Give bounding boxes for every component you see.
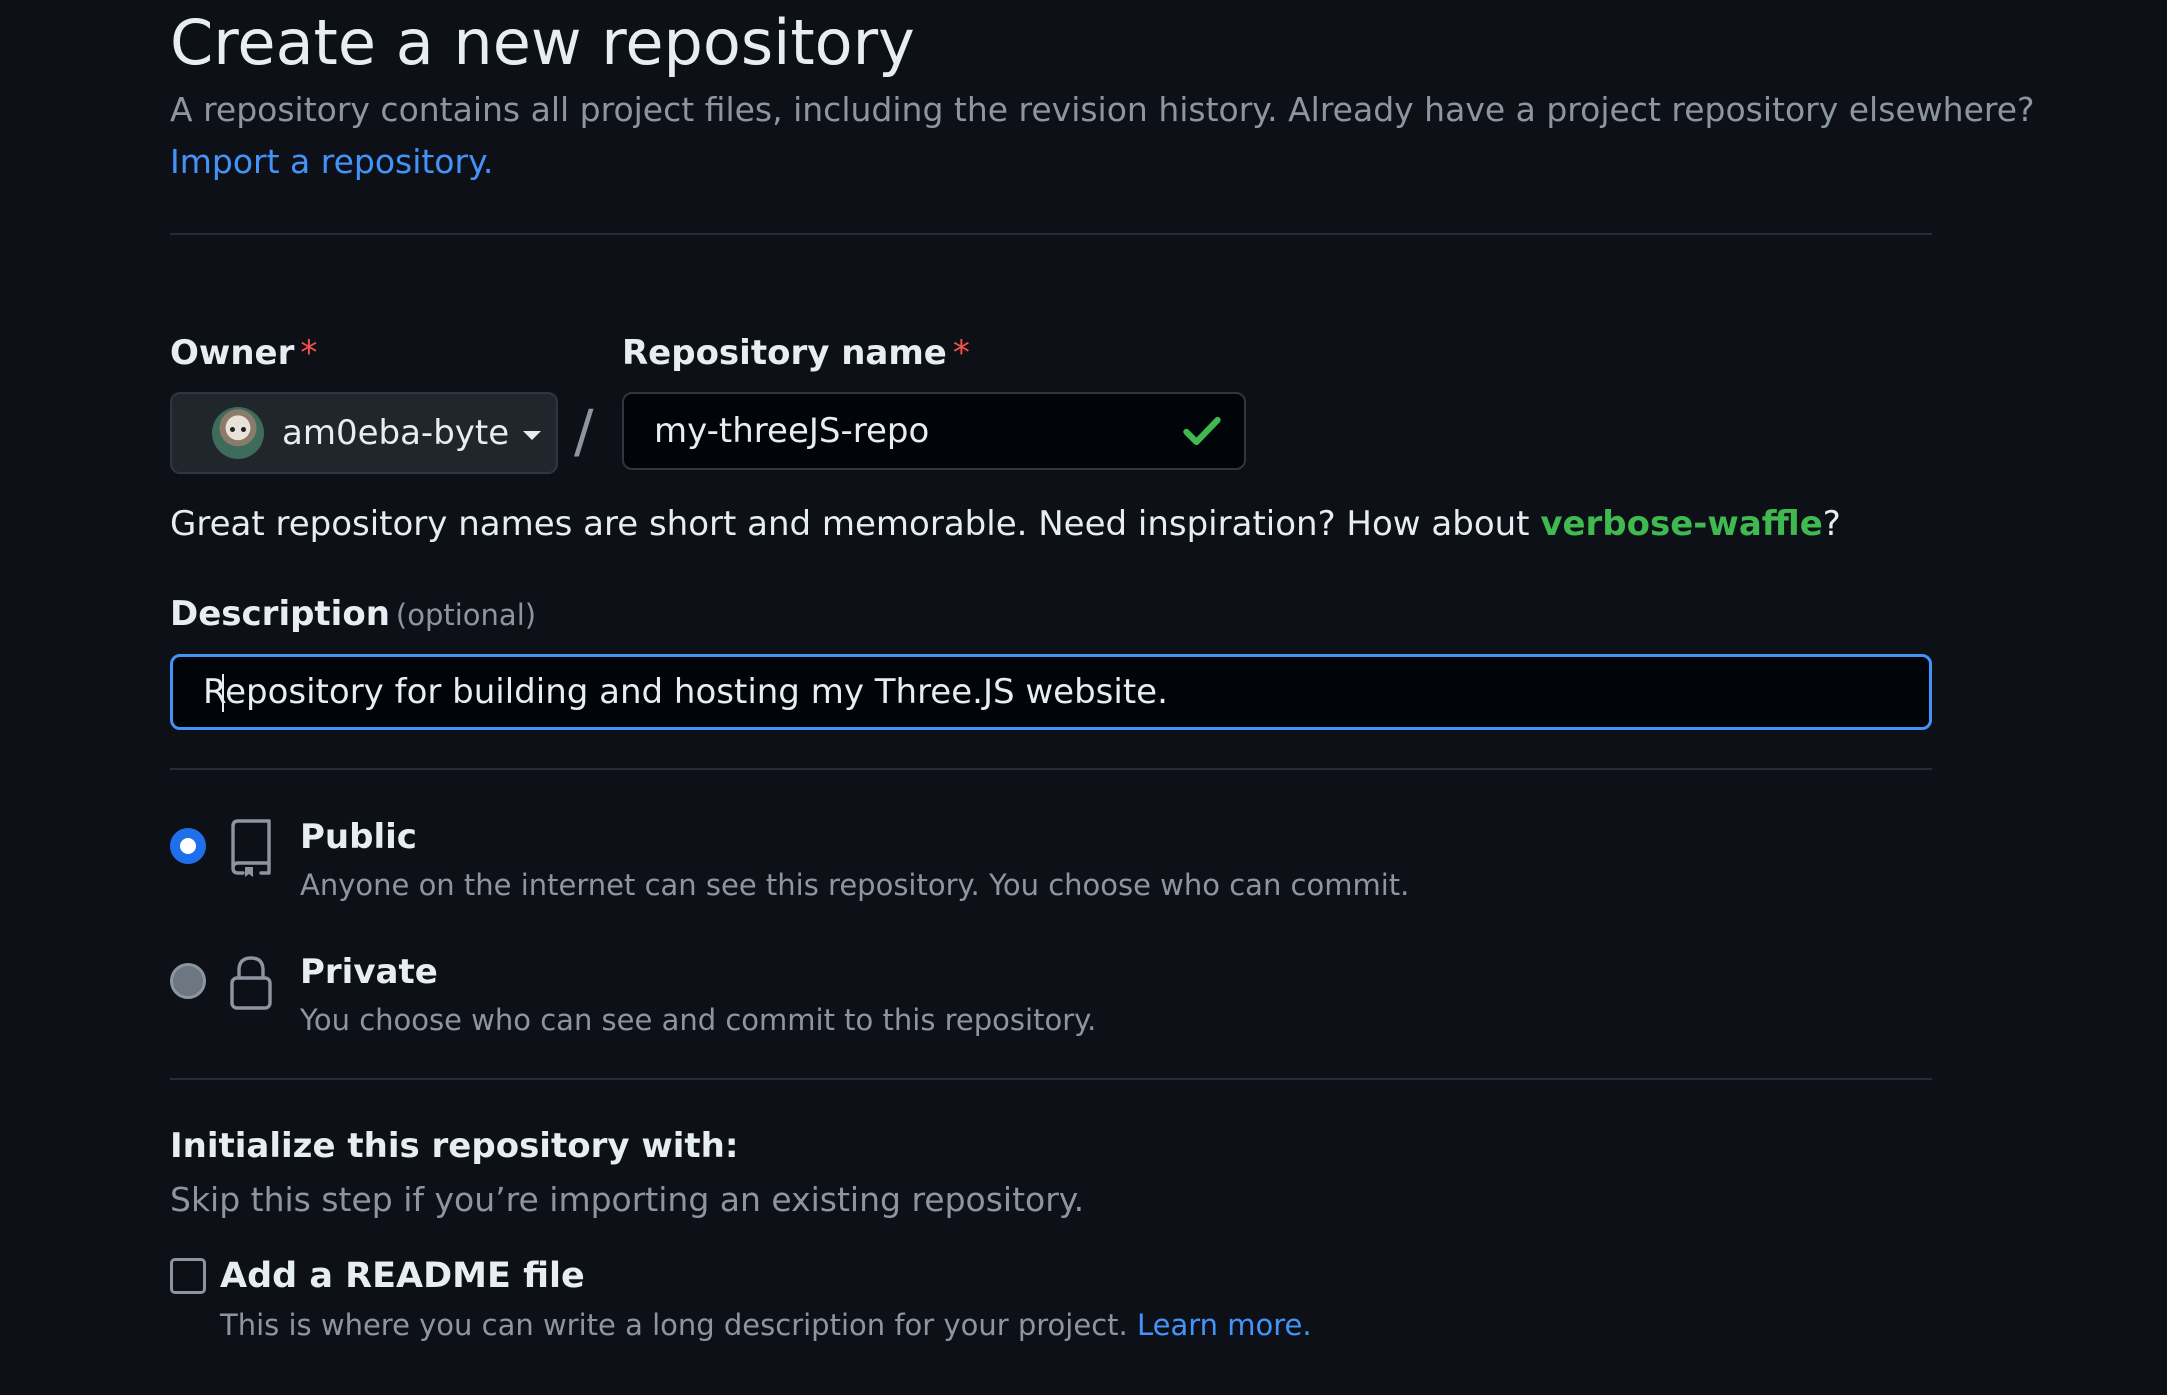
owner-required-mark: * — [300, 333, 318, 373]
private-radio[interactable] — [170, 963, 206, 999]
description-text: Repository for building and hosting my T… — [203, 672, 1168, 712]
readme-description: This is where you can write a long descr… — [220, 1306, 1312, 1344]
description-value[interactable]: Repository for building and hosting my T… — [203, 672, 1168, 712]
initialize-title: Initialize this repository with: — [170, 1126, 739, 1166]
description-input[interactable]: Repository for building and hosting my T… — [170, 654, 1932, 730]
public-description: Anyone on the internet can see this repo… — [300, 868, 1410, 902]
repo-icon — [231, 819, 271, 877]
public-radio[interactable] — [170, 828, 206, 864]
description-optional-tag: (optional) — [395, 598, 537, 632]
repository-name-hint: Great repository names are short and mem… — [170, 503, 1841, 545]
repository-name-label-text: Repository name — [622, 333, 947, 373]
name-suggestion-link[interactable]: verbose-waffle — [1540, 504, 1822, 544]
repository-name-label: Repository name * — [622, 332, 970, 374]
check-icon — [1183, 416, 1221, 446]
visibility-divider — [170, 1078, 1932, 1080]
owner-avatar — [212, 407, 264, 459]
private-description: You choose who can see and commit to thi… — [300, 1003, 1097, 1037]
owner-label: Owner * — [170, 332, 317, 374]
readme-description-text: This is where you can write a long descr… — [220, 1308, 1137, 1342]
owner-repo-separator: / — [574, 397, 594, 465]
description-label-text: Description — [170, 594, 390, 634]
hint-suffix: ? — [1822, 504, 1841, 544]
owner-label-text: Owner — [170, 333, 295, 373]
initialize-subtitle: Skip this step if you’re importing an ex… — [170, 1180, 1085, 1219]
owner-name: am0eba-byte — [282, 413, 510, 453]
readme-checkbox[interactable] — [170, 1258, 206, 1294]
learn-more-link[interactable]: Learn more. — [1137, 1308, 1312, 1342]
chevron-down-icon — [523, 430, 542, 440]
hint-prefix: Great repository names are short and mem… — [170, 504, 1541, 544]
description-divider — [170, 768, 1932, 770]
readme-label[interactable]: Add a README file — [220, 1255, 585, 1297]
public-label[interactable]: Public — [300, 816, 417, 858]
page-title: Create a new repository — [170, 6, 915, 79]
repository-name-required-mark: * — [952, 333, 970, 373]
page-subtitle: A repository contains all project files,… — [170, 90, 2035, 129]
repository-name-input[interactable]: my-threeJS-repo — [622, 392, 1246, 470]
import-repository-link[interactable]: Import a repository. — [170, 141, 493, 183]
owner-select-button[interactable]: am0eba-byte — [170, 392, 558, 474]
lock-icon — [230, 956, 272, 1010]
repository-name-value[interactable]: my-threeJS-repo — [654, 411, 1180, 451]
description-label: Description (optional) — [170, 593, 536, 636]
text-cursor — [222, 674, 224, 712]
private-label[interactable]: Private — [300, 951, 438, 993]
header-divider — [170, 233, 1932, 235]
